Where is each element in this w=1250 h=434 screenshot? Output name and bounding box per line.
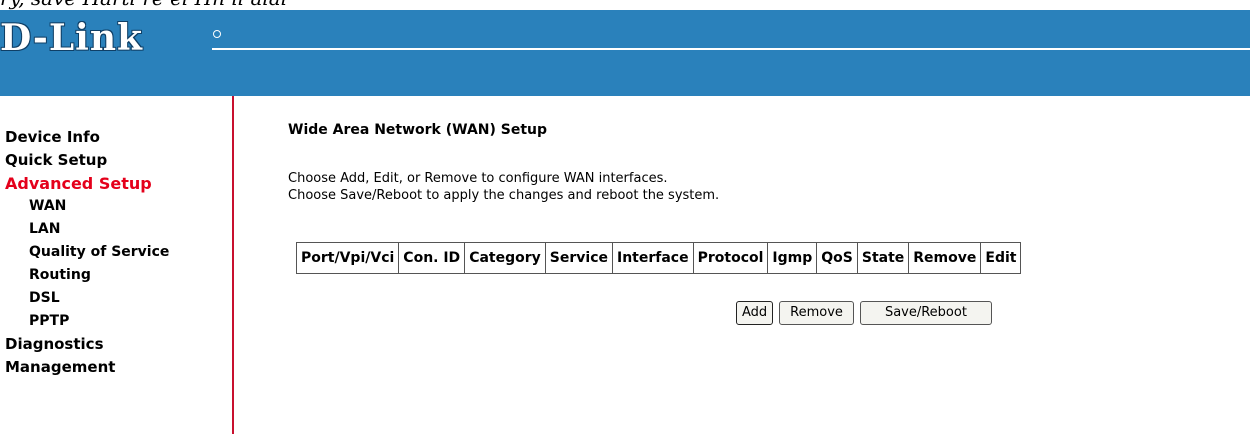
top-strip-text: ry, save Hartl re el Hn il alal <box>0 0 287 10</box>
page-description: Choose Add, Edit, or Remove to configure… <box>288 170 719 204</box>
column-header-con-id: Con. ID <box>398 242 466 274</box>
sidebar-item-management[interactable]: Management <box>5 356 169 379</box>
column-header-category: Category <box>464 242 546 274</box>
remove-button[interactable]: Remove <box>779 301 854 325</box>
sidebar-item-device-info[interactable]: Device Info <box>5 126 169 149</box>
sidebar: Device Info Quick Setup Advanced Setup WAN L… <box>0 96 234 434</box>
sidebar-item-advanced-setup[interactable]: Advanced Setup <box>5 172 169 195</box>
sidebar-item-lan[interactable]: LAN <box>5 218 169 241</box>
column-header-port-vpi-vci: Port/Vpi/Vci <box>295 242 400 274</box>
column-header-remove: Remove <box>908 242 982 274</box>
column-header-protocol: Protocol <box>692 242 769 274</box>
column-header-qos: QoS <box>816 242 858 274</box>
add-button[interactable]: Add <box>736 301 774 325</box>
save-reboot-button[interactable]: Save/Reboot <box>859 301 992 325</box>
sidebar-item-quality-of-service[interactable]: Quality of Service <box>5 241 169 264</box>
sidebar-item-pptp[interactable]: PPTP <box>5 310 169 333</box>
sidebar-item-dsl[interactable]: DSL <box>5 287 169 310</box>
column-header-interface: Interface <box>611 242 694 274</box>
description-line-1: Choose Add, Edit, or Remove to configure… <box>288 171 668 186</box>
registered-mark-icon <box>213 30 221 38</box>
column-header-igmp: Igmp <box>767 242 818 274</box>
action-buttons: Add Remove Save/Reboot <box>736 301 998 325</box>
sidebar-item-wan[interactable]: WAN <box>5 195 169 218</box>
header-banner: D-Link <box>0 10 1250 96</box>
column-header-edit: Edit <box>980 242 1022 274</box>
column-header-state: State <box>856 242 910 274</box>
sidebar-item-diagnostics[interactable]: Diagnostics <box>5 333 169 356</box>
wan-interfaces-table: Port/Vpi/Vci Con. ID Category Service Interf… <box>295 242 1022 274</box>
page-title: Wide Area Network (WAN) Setup <box>288 122 548 138</box>
top-strip: ry, save Hartl re el Hn il alal <box>0 0 1250 10</box>
logo-underline <box>212 48 1250 50</box>
sidebar-item-quick-setup[interactable]: Quick Setup <box>5 149 169 172</box>
column-header-service: Service <box>544 242 613 274</box>
sidebar-nav: Device Info Quick Setup Advanced Setup WAN L… <box>5 126 169 379</box>
dlink-logo: D-Link <box>0 17 143 59</box>
table-header-row: Port/Vpi/Vci Con. ID Category Service Interf… <box>295 242 1022 274</box>
sidebar-item-routing[interactable]: Routing <box>5 264 169 287</box>
description-line-2: Choose Save/Reboot to apply the changes … <box>288 188 720 203</box>
